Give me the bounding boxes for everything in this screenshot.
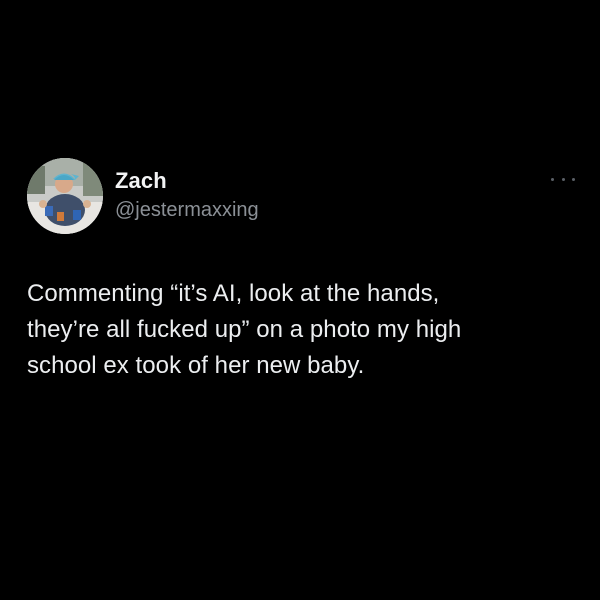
tweet-text: Commenting “it’s AI, look at the hands, … [27, 280, 462, 379]
more-options-icon[interactable] [551, 174, 575, 184]
user-handle[interactable]: @jestermaxxing [115, 197, 259, 223]
more-dot [561, 177, 565, 181]
profile-photo-icon [27, 158, 103, 234]
avatar[interactable] [27, 158, 103, 234]
author-info: Zach @jestermaxxing [115, 168, 259, 223]
more-dot [551, 177, 554, 181]
more-dot [572, 177, 575, 181]
tweet-header: Zach @jestermaxxing [27, 158, 575, 236]
display-name[interactable]: Zach [115, 168, 259, 194]
tweet-card: Zach @jestermaxxing Commenting “it’s AI,… [27, 158, 575, 379]
